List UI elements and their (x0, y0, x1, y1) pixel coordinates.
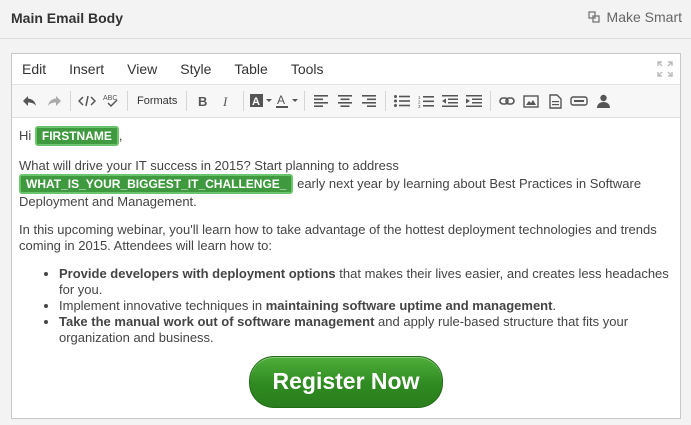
register-now-button[interactable]: Register Now (249, 356, 443, 408)
greeting-text: Hi (19, 128, 35, 143)
align-right-icon[interactable] (358, 89, 380, 113)
image-icon[interactable] (520, 89, 542, 113)
outdent-icon[interactable] (439, 89, 461, 113)
toolbar-divider (127, 91, 128, 111)
greeting-line: Hi FIRSTNAME, (19, 126, 673, 146)
menu-style[interactable]: Style (180, 54, 211, 84)
menu-insert[interactable]: Insert (69, 54, 104, 84)
svg-text:3: 3 (418, 104, 421, 108)
list-item-bold: Take the manual work out of software man… (59, 314, 375, 329)
header-bar: Main Email Body Make Smart (0, 0, 691, 39)
paragraph-intro: What will drive your IT success in 2015?… (19, 158, 673, 210)
text-color-icon[interactable]: A (275, 89, 299, 113)
toolbar-divider (186, 91, 188, 111)
form-field-icon[interactable] (568, 89, 590, 113)
svg-text:I: I (222, 94, 228, 108)
rich-text-editor[interactable]: Edit Insert View Style Table Tools ABC Format… (11, 53, 681, 419)
paragraph-webinar: In this upcoming webinar, you'll learn h… (19, 222, 657, 253)
greeting-end: , (118, 128, 123, 143)
menu-edit[interactable]: Edit (22, 54, 46, 84)
firstname-merge-tag[interactable]: FIRSTNAME (34, 126, 119, 146)
person-icon[interactable] (592, 89, 614, 113)
menu-tools[interactable]: Tools (291, 54, 324, 84)
bullet-list-icon[interactable] (391, 89, 413, 113)
challenge-merge-tag[interactable]: WHAT_IS_YOUR_BIGGEST_IT_CHALLENGE_ (19, 174, 294, 194)
cta-container: Register Now (19, 356, 673, 408)
link-icon[interactable] (496, 89, 518, 113)
toolbar-divider (385, 91, 387, 111)
indent-icon[interactable] (463, 89, 485, 113)
svg-text:B: B (198, 94, 207, 108)
fullscreen-icon[interactable] (657, 61, 673, 77)
list-item-bold: maintaining software uptime and manageme… (265, 298, 553, 313)
source-code-icon[interactable] (76, 89, 98, 113)
document-icon[interactable] (544, 89, 566, 113)
toolbar-divider (304, 91, 306, 111)
svg-text:A: A (277, 93, 285, 107)
menu-table[interactable]: Table (234, 54, 267, 84)
list-item: Take the manual work out of software man… (59, 314, 673, 346)
make-smart-label: Make Smart (606, 9, 682, 25)
menu-bar: Edit Insert View Style Table Tools (12, 54, 680, 85)
benefits-list: Provide developers with deployment optio… (19, 266, 673, 346)
list-item-bold: Provide developers with deployment optio… (59, 266, 336, 281)
toolbar-divider (70, 91, 71, 111)
list-item: Provide developers with deployment optio… (59, 266, 673, 298)
make-smart-icon (587, 10, 601, 24)
toolbar-divider (490, 91, 492, 111)
bold-icon[interactable]: B (192, 89, 214, 113)
list-item: Implement innovative techniques in maint… (59, 298, 673, 314)
menu-view[interactable]: View (127, 54, 157, 84)
italic-icon[interactable]: I (216, 89, 238, 113)
align-left-icon[interactable] (310, 89, 332, 113)
formats-dropdown[interactable]: Formats (133, 89, 181, 113)
redo-icon[interactable] (43, 89, 65, 113)
undo-icon[interactable] (19, 89, 41, 113)
align-center-icon[interactable] (334, 89, 356, 113)
background-color-icon[interactable]: A (249, 89, 273, 113)
format-toolbar: ABC Formats B I A A 123 (12, 85, 680, 118)
list-item-text: . (552, 298, 557, 313)
email-body[interactable]: Hi FIRSTNAME, What will drive your IT su… (12, 118, 680, 408)
numbered-list-icon[interactable]: 123 (415, 89, 437, 113)
intro-start: What will drive your IT success in 2015?… (19, 158, 399, 173)
section-title: Main Email Body (11, 10, 124, 26)
svg-text:A: A (252, 96, 260, 108)
list-item-text: Implement innovative techniques in (59, 298, 266, 313)
spellcheck-icon[interactable]: ABC (100, 89, 122, 113)
make-smart-button[interactable]: Make Smart (587, 9, 682, 25)
toolbar-divider (243, 91, 245, 111)
